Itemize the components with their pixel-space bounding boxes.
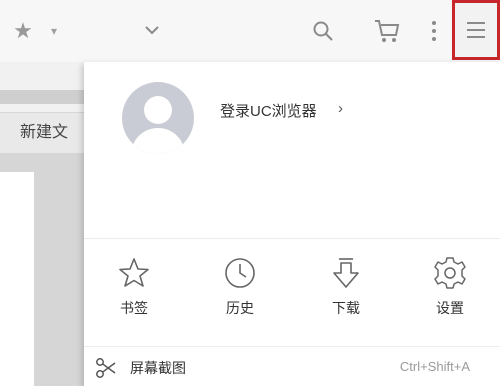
screenshot-menu-item[interactable]: 屏幕截图 Ctrl+Shift+A (84, 354, 500, 382)
bookmarks-button[interactable]: 书签 (106, 256, 162, 318)
bookmarks-label: 书签 (120, 300, 148, 316)
downloads-label: 下载 (332, 300, 360, 316)
login-link[interactable]: 登录UC浏览器 (220, 100, 317, 121)
bookmark-caret-icon[interactable]: ▾ (46, 20, 62, 42)
browser-toolbar: ★ ▾ (0, 0, 500, 63)
downloads-button[interactable]: 下载 (318, 256, 374, 318)
star-icon (119, 258, 149, 287)
background-page (0, 172, 34, 386)
background-bar (0, 90, 90, 104)
menu-button[interactable] (452, 0, 500, 60)
download-icon (333, 258, 359, 288)
divider (84, 238, 500, 239)
main-menu-panel: 登录UC浏览器 › 书签 历史 下载 设置 屏幕截图 Ctrl+Shift+A (84, 62, 500, 386)
gear-icon (434, 257, 466, 289)
divider (84, 346, 500, 347)
cart-icon[interactable] (370, 14, 404, 48)
address-dropdown-icon[interactable] (140, 18, 164, 42)
bookmark-star-icon[interactable]: ★ (10, 18, 36, 44)
chevron-right-icon[interactable]: › (338, 100, 343, 117)
settings-label: 设置 (436, 300, 464, 316)
settings-button[interactable]: 设置 (422, 256, 478, 318)
more-options-icon[interactable] (424, 16, 444, 46)
screenshot-shortcut: Ctrl+Shift+A (399, 359, 470, 374)
avatar[interactable] (122, 82, 194, 154)
history-button[interactable]: 历史 (212, 256, 268, 318)
hamburger-icon (467, 22, 485, 38)
clock-icon (225, 258, 255, 288)
search-icon[interactable] (308, 16, 338, 46)
background-tab-label: 新建文 (20, 124, 69, 141)
screenshot-label: 屏幕截图 (130, 360, 186, 376)
scissors-icon (96, 358, 116, 378)
history-label: 历史 (226, 300, 254, 316)
